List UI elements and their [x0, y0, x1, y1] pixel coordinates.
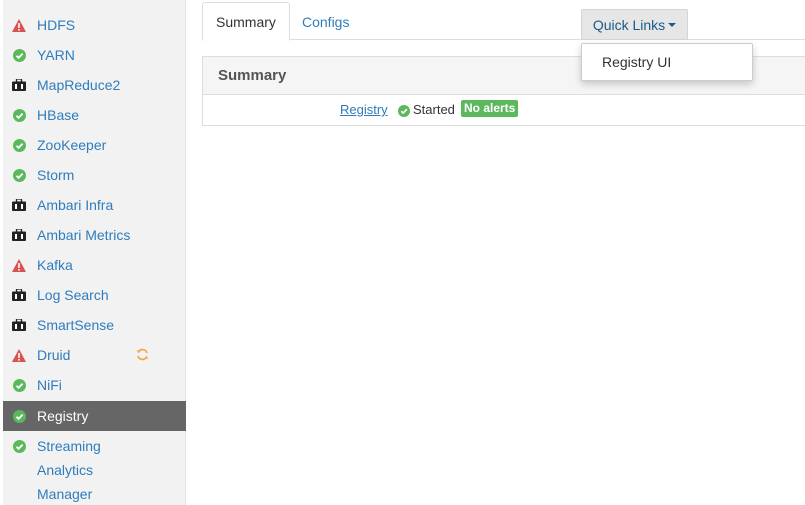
sidebar-item-label: Storm [37, 167, 75, 183]
suitcase-icon [12, 288, 26, 302]
refresh-icon[interactable] [136, 348, 150, 362]
sidebar-item-log-search[interactable]: Log Search [3, 280, 186, 310]
sidebar-item-label: Kafka [37, 257, 73, 273]
check-icon [12, 138, 26, 152]
check-icon [12, 48, 26, 62]
sidebar-item-hbase[interactable]: HBase [3, 100, 186, 130]
sidebar-item-zookeeper[interactable]: ZooKeeper [3, 130, 186, 160]
quick-links-button[interactable]: Quick Links [581, 9, 688, 40]
suitcase-icon [12, 198, 26, 212]
sidebar-item-label: Ambari Metrics [37, 227, 131, 243]
sidebar-item-ambari-infra[interactable]: Ambari Infra [3, 190, 186, 220]
panel-body: Registry Started No alerts [203, 95, 805, 126]
tab-summary[interactable]: Summary [202, 2, 290, 41]
sidebar-item-label: MapReduce2 [37, 77, 121, 93]
sidebar-item-label: Registry [37, 408, 89, 424]
sidebar-item-streaming-analytics-manager[interactable]: Streaming Analytics Manager [3, 432, 186, 505]
suitcase-icon [12, 318, 26, 332]
suitcase-icon [12, 228, 26, 242]
status-text: Started [413, 102, 455, 117]
sidebar-item-ambari-metrics[interactable]: Ambari Metrics [3, 220, 186, 250]
check-icon [398, 104, 410, 120]
warning-icon [12, 258, 26, 272]
check-icon [12, 378, 26, 392]
sidebar-item-label: HDFS [37, 17, 76, 33]
sidebar-item-storm[interactable]: Storm [3, 160, 186, 190]
sidebar-item-yarn[interactable]: YARN [3, 40, 186, 70]
quick-links-menu: Registry UI [581, 43, 753, 81]
warning-icon [12, 18, 26, 32]
sidebar-item-label: Streaming Analytics Manager [37, 438, 101, 502]
sidebar-item-kafka[interactable]: Kafka [3, 250, 186, 280]
check-icon [12, 108, 26, 122]
check-icon [12, 439, 26, 453]
sidebar-item-label: Log Search [37, 287, 109, 303]
tab-configs[interactable]: Configs [289, 2, 362, 41]
sidebar-item-label: Ambari Infra [37, 197, 114, 213]
service-sidebar: HDFS YARN MapReduce2 HBase ZooKeeper Sto… [3, 0, 186, 505]
suitcase-icon [12, 78, 26, 92]
sidebar-item-label: Druid [37, 347, 71, 363]
service-tabs: Summary Configs [202, 0, 805, 41]
sidebar-item-smartsense[interactable]: SmartSense [3, 310, 186, 340]
sidebar-item-label: NiFi [37, 377, 62, 393]
caret-down-icon [668, 22, 677, 27]
sidebar-item-nifi[interactable]: NiFi [3, 370, 186, 400]
sidebar-item-label: HBase [37, 107, 80, 123]
sidebar-item-druid[interactable]: Druid [3, 340, 186, 370]
check-icon [12, 409, 26, 423]
sidebar-item-hdfs[interactable]: HDFS [3, 10, 186, 40]
sidebar-item-registry[interactable]: Registry [3, 401, 186, 431]
menu-item-registry-ui[interactable]: Registry UI [602, 54, 671, 70]
registry-component-link[interactable]: Registry [340, 102, 388, 117]
alerts-badge[interactable]: No alerts [461, 100, 519, 117]
warning-icon [12, 348, 26, 362]
sidebar-item-mapreduce2[interactable]: MapReduce2 [3, 70, 186, 100]
sidebar-item-label: ZooKeeper [37, 137, 107, 153]
quick-links-label: Quick Links [592, 16, 666, 33]
sidebar-item-label: YARN [37, 47, 75, 63]
check-icon [12, 168, 26, 182]
sidebar-item-label: SmartSense [37, 317, 115, 333]
